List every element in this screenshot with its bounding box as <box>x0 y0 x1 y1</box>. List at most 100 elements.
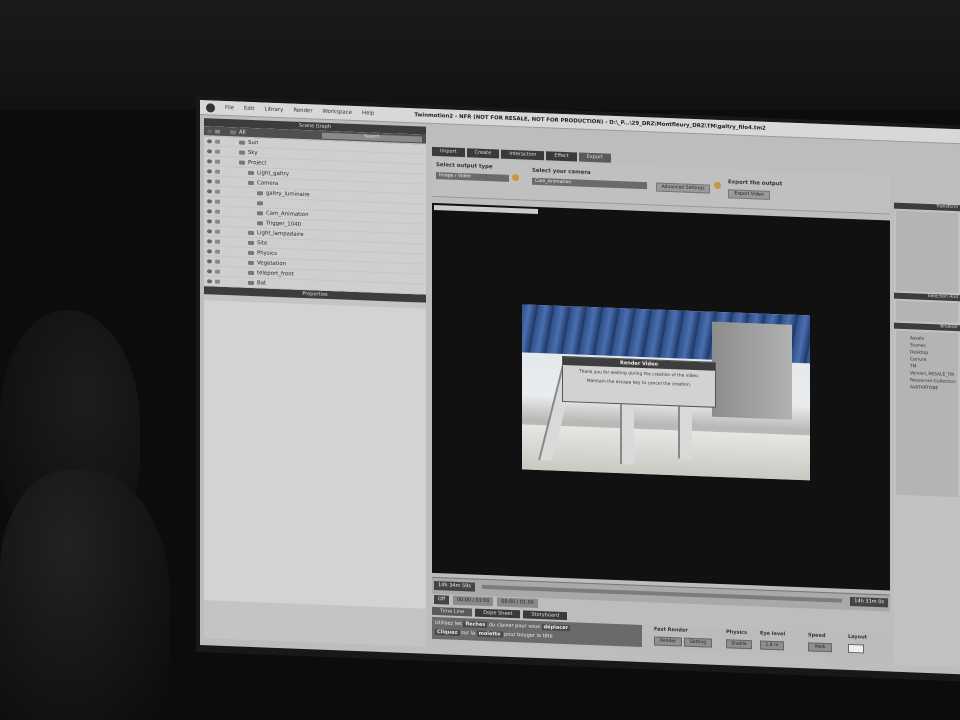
lock-icon[interactable] <box>215 279 220 284</box>
folder-icon <box>248 260 254 265</box>
tab-export[interactable]: Export <box>578 152 612 163</box>
menu-help[interactable]: Help <box>362 110 374 116</box>
visibility-eye-icon[interactable] <box>207 258 212 263</box>
tab-time-line[interactable]: Time Line <box>432 606 473 617</box>
folder-icon <box>248 250 254 255</box>
lock-icon[interactable] <box>215 249 220 254</box>
physics-toggle[interactable]: Enable <box>726 639 752 650</box>
time-marker[interactable]: 00:00 / 01:00 <box>453 595 494 607</box>
output-type-label: Select output type <box>436 162 493 171</box>
speed-select[interactable]: Walk <box>808 642 832 653</box>
library-browser: Assets Scenes Desktop Carrure TM Version… <box>896 330 958 498</box>
lock-icon[interactable] <box>215 219 220 224</box>
hint-text: sur la <box>461 630 476 637</box>
visibility-eye-icon[interactable] <box>207 168 212 173</box>
layout-label: Layout <box>848 633 868 641</box>
lock-icon[interactable] <box>215 189 220 194</box>
tab-storyboard[interactable]: Storyboard <box>523 610 568 621</box>
lock-icon[interactable] <box>215 259 220 264</box>
visibility-eye-icon[interactable] <box>207 268 212 273</box>
menu-render[interactable]: Render <box>293 108 312 115</box>
audience-silhouette-body <box>0 470 170 720</box>
selection-header: Selection And <box>894 292 960 302</box>
camera-label: Select your camera <box>532 167 591 177</box>
lock-icon[interactable] <box>215 179 220 184</box>
lock-icon[interactable] <box>215 169 220 174</box>
viewport-toolbar[interactable] <box>434 204 538 214</box>
export-video-button[interactable]: Export Video <box>728 189 770 200</box>
step-indicator-icon <box>512 173 519 182</box>
lock-icon[interactable] <box>215 129 220 134</box>
time-marker[interactable]: 00:00 / 01:00 <box>497 597 538 608</box>
tab-create[interactable]: Create <box>466 148 500 159</box>
scene-graph-tree: Search All Sun Sky Project Light_galtry Camera… <box>204 126 426 295</box>
visibility-eye-icon[interactable] <box>207 228 212 233</box>
scene-graph-item-label: Cam_Animation <box>266 210 309 218</box>
visibility-eye-icon[interactable] <box>207 208 212 213</box>
timeline-end-time: 14h 31m 0s <box>850 596 888 608</box>
camera-select[interactable]: Cam_Animation <box>532 177 647 190</box>
scene-graph-item-label: All <box>239 128 246 136</box>
visibility-eye-icon[interactable] <box>207 158 212 163</box>
advanced-settings-button[interactable]: Advanced Settings <box>656 182 710 194</box>
setting-button[interactable]: Setting <box>684 637 712 648</box>
render-button[interactable]: Render <box>654 636 682 647</box>
visibility-eye-icon[interactable] <box>207 178 212 183</box>
scene-graph-item-label: Camera <box>257 179 279 187</box>
lock-icon[interactable] <box>215 149 220 154</box>
dialog-message: Maintain the escape key to cancel the cr… <box>586 378 692 388</box>
menu-edit[interactable]: Edit <box>244 106 254 112</box>
folder-icon <box>248 170 254 175</box>
scene-graph-item-label: Sky <box>248 149 258 156</box>
lock-icon[interactable] <box>215 239 220 244</box>
lock-icon[interactable] <box>215 139 220 144</box>
render-viewport[interactable]: Render Video Thank you for waiting durin… <box>432 202 890 591</box>
output-type-select[interactable]: Image / Video <box>436 172 509 182</box>
folder-icon <box>239 159 245 165</box>
visibility-eye-icon[interactable] <box>207 128 212 133</box>
lock-icon[interactable] <box>215 209 220 214</box>
selection-tools[interactable] <box>896 300 958 324</box>
folder-icon <box>248 280 254 285</box>
visibility-eye-icon[interactable] <box>207 248 212 253</box>
scene-graph-item-label: Project <box>248 159 267 167</box>
hint-text: Utilisez les <box>435 620 462 628</box>
dialog-title: Render Video <box>563 356 715 371</box>
visibility-eye-icon[interactable] <box>207 238 212 243</box>
navigation-hint: Utilisez les fleches du clavier pour vou… <box>432 616 642 647</box>
folder-icon <box>257 190 263 195</box>
eye-level-field[interactable]: 1.8 m <box>760 640 784 651</box>
transform-controls[interactable] <box>896 210 958 294</box>
building-pillar <box>620 404 634 465</box>
step-indicator-icon <box>714 181 721 190</box>
off-toggle[interactable]: Off <box>434 594 450 605</box>
lock-icon[interactable] <box>215 269 220 274</box>
lock-icon[interactable] <box>215 199 220 204</box>
visibility-eye-icon[interactable] <box>207 188 212 193</box>
transform-header: Transform <box>894 202 960 212</box>
visibility-eye-icon[interactable] <box>207 278 212 283</box>
hint-text: du clavier pour vous <box>488 622 540 631</box>
speed-label: Speed <box>808 632 826 640</box>
visibility-eye-icon[interactable] <box>207 138 212 143</box>
folder-icon <box>239 139 245 145</box>
lock-icon[interactable] <box>215 159 220 164</box>
scene-graph-item-label: Trigger_1040 <box>266 220 302 228</box>
layout-swatch[interactable] <box>848 643 864 654</box>
status-bar: Utilisez les fleches du clavier pour vou… <box>432 616 890 659</box>
tab-dope-sheet[interactable]: Dope Sheet <box>475 608 521 619</box>
hint-text: pour bouger la tête <box>504 631 553 640</box>
app-logo-icon <box>206 102 215 113</box>
menu-file[interactable]: File <box>225 105 234 111</box>
lock-icon[interactable] <box>215 229 220 234</box>
folder-icon <box>230 129 236 134</box>
visibility-eye-icon[interactable] <box>207 218 212 223</box>
visibility-eye-icon[interactable] <box>207 198 212 203</box>
tab-effect[interactable]: Effect <box>546 151 577 162</box>
menu-library[interactable]: Library <box>264 106 283 113</box>
tab-import[interactable]: Import <box>432 146 465 158</box>
menu-workspace[interactable]: Workspace <box>323 109 352 116</box>
visibility-eye-icon[interactable] <box>207 148 212 153</box>
left-panel: Scene Graph Search All Sun Sky Project Light_… <box>204 118 426 647</box>
tab-interaction[interactable]: Interaction <box>501 149 545 161</box>
